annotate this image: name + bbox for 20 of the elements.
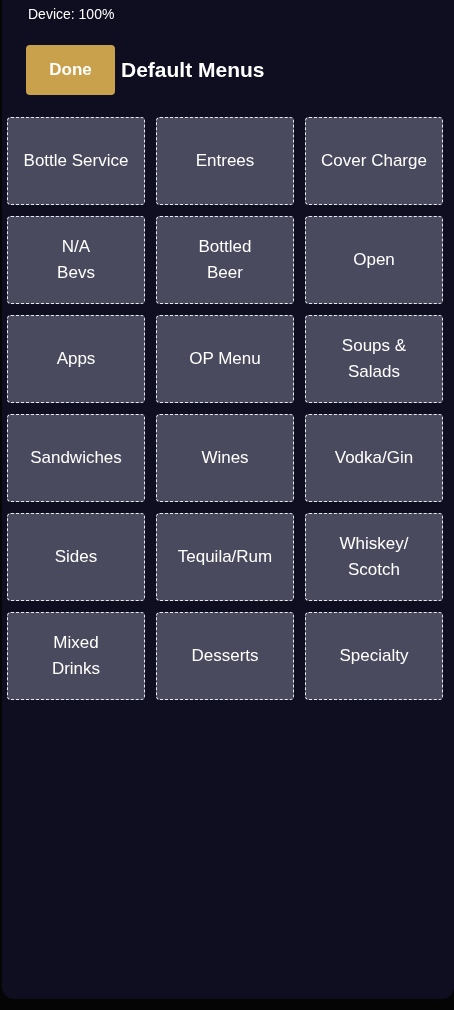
menu-tile[interactable]: Wines	[156, 414, 294, 502]
menu-tile[interactable]: Sandwiches	[7, 414, 145, 502]
menu-tile[interactable]: Entrees	[156, 117, 294, 205]
menu-tile[interactable]: Soups & Salads	[305, 315, 443, 403]
menu-tile[interactable]: Bottled Beer	[156, 216, 294, 304]
menu-tile[interactable]: Tequila/Rum	[156, 513, 294, 601]
menu-tile[interactable]: OP Menu	[156, 315, 294, 403]
menu-tile[interactable]: Mixed Drinks	[7, 612, 145, 700]
menu-tile[interactable]: Desserts	[156, 612, 294, 700]
menu-tile[interactable]: Bottle Service	[7, 117, 145, 205]
menu-tile[interactable]: Specialty	[305, 612, 443, 700]
page-title: Default Menus	[121, 58, 265, 82]
menu-tile[interactable]: Vodka/Gin	[305, 414, 443, 502]
menu-tile[interactable]: N/A Bevs	[7, 216, 145, 304]
menu-tile[interactable]: Sides	[7, 513, 145, 601]
menu-tile[interactable]: Apps	[7, 315, 145, 403]
device-status: Device: 100%	[27, 5, 116, 24]
menu-tile[interactable]: Open	[305, 216, 443, 304]
menu-tile[interactable]: Cover Charge	[305, 117, 443, 205]
menu-tile[interactable]: Whiskey/ Scotch	[305, 513, 443, 601]
